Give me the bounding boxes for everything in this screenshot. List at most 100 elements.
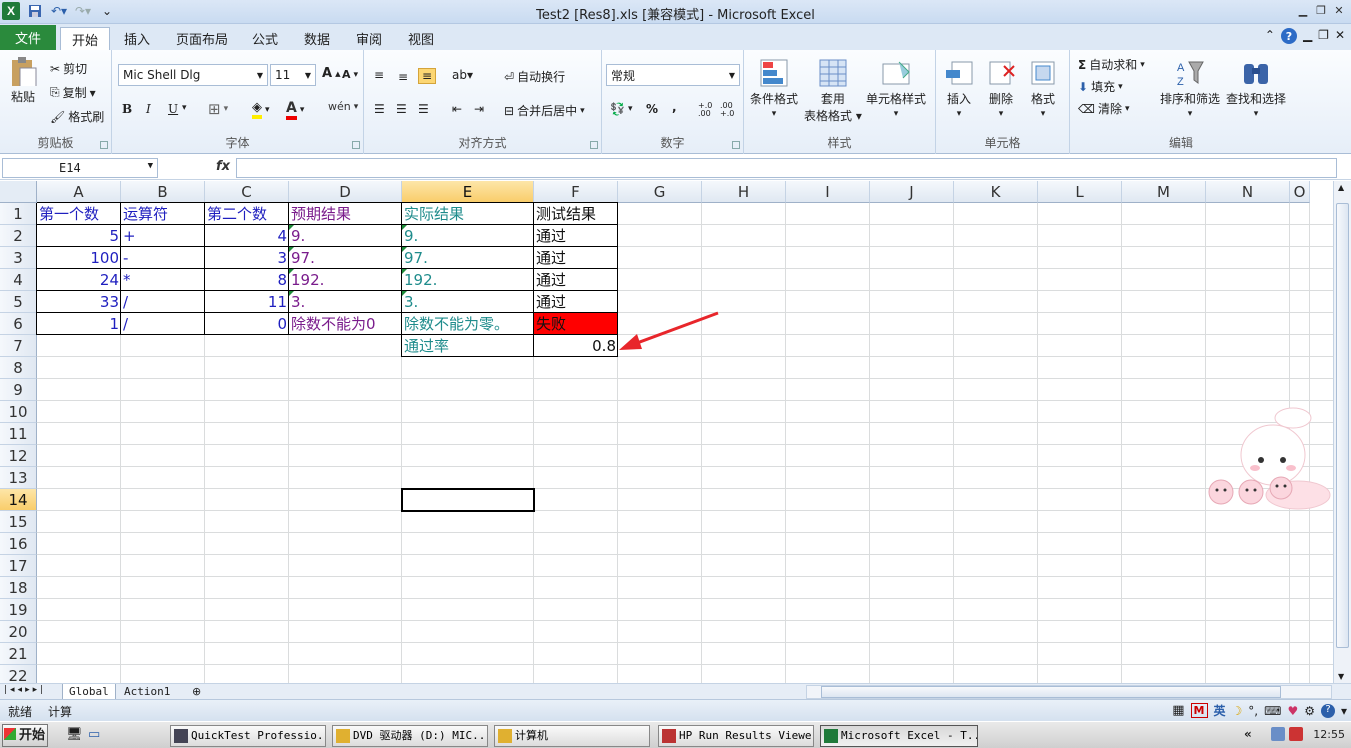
align-middle-icon[interactable]: ≡ [398, 70, 408, 84]
cell[interactable]: 3. [289, 291, 402, 313]
font-name-combo[interactable]: Mic Shell Dlg ▼ [118, 64, 268, 86]
sort-filter-button[interactable]: AZ 排序和筛选 ▾ [1160, 58, 1220, 119]
align-left-icon[interactable]: ☰ [374, 102, 385, 116]
cell[interactable]: 预期结果 [289, 203, 402, 225]
tab-insert[interactable]: 插入 [116, 27, 158, 50]
skin-icon[interactable]: ♥ [1287, 704, 1298, 718]
punctuation-icon[interactable]: °, [1248, 704, 1258, 718]
doc-restore-icon[interactable]: ❐ [1318, 28, 1329, 44]
doc-close-icon[interactable]: ✕ [1335, 28, 1345, 44]
row-header[interactable]: 14 [0, 489, 37, 511]
format-cells-button[interactable]: 格式 ▾ [1028, 58, 1058, 119]
font-color-button[interactable]: A ▾ [286, 100, 304, 120]
ime-help-icon[interactable]: ? [1320, 703, 1335, 718]
cell[interactable]: 通过 [534, 225, 618, 247]
cell[interactable]: 3 [205, 247, 289, 269]
tab-data[interactable]: 数据 [298, 27, 336, 50]
minimize-ribbon-icon[interactable]: ⌃ [1265, 28, 1275, 44]
cell[interactable]: 97. [402, 247, 534, 269]
status-calculate[interactable]: 计算 [48, 703, 72, 720]
cell[interactable]: / [121, 313, 205, 335]
clipboard-launcher-icon[interactable] [100, 141, 108, 149]
cell[interactable]: + [121, 225, 205, 247]
conditional-formatting-button[interactable]: 条件格式 ▾ [750, 58, 798, 119]
row-header[interactable]: 15 [0, 511, 37, 533]
column-header[interactable]: B [121, 181, 205, 203]
sheet-nav-icon[interactable]: |◂◂▸▸| [4, 685, 46, 695]
row-header[interactable]: 17 [0, 555, 37, 577]
wrap-text-button[interactable]: ⏎ 自动换行 [504, 68, 565, 85]
column-header[interactable]: E [402, 181, 534, 203]
row-header[interactable]: 3 [0, 247, 37, 269]
taskbar-item-computer[interactable]: 计算机 [494, 725, 650, 747]
phonetic-button[interactable]: wén ▾ [328, 100, 358, 113]
cell[interactable]: 100 [37, 247, 121, 269]
network-icon[interactable] [1271, 727, 1285, 741]
cell[interactable]: 第二个数 [205, 203, 289, 225]
copy-button[interactable]: ⎘ 复制 ▾ [50, 84, 96, 101]
column-header[interactable]: C [205, 181, 289, 203]
format-as-table-button[interactable]: 套用 表格格式 ▾ [804, 58, 862, 124]
cell[interactable]: 除数不能为零。 [402, 313, 534, 335]
paste-button[interactable]: 粘贴 [8, 56, 38, 105]
increase-decimal-button[interactable]: +.0 .00 [698, 102, 716, 118]
orientation-icon[interactable]: ab▾ [452, 68, 473, 82]
column-header[interactable]: L [1038, 181, 1122, 203]
cell[interactable]: 192. [402, 269, 534, 291]
grow-font-button[interactable]: A ▴ [322, 66, 341, 81]
row-header[interactable]: 10 [0, 401, 37, 423]
taskbar-item-dvd[interactable]: DVD 驱动器 (D:) MIC... [332, 725, 488, 747]
row-header[interactable]: 19 [0, 599, 37, 621]
column-header[interactable]: F [534, 181, 618, 203]
number-launcher-icon[interactable] [732, 141, 740, 149]
row-header[interactable]: 12 [0, 445, 37, 467]
row-header[interactable]: 5 [0, 291, 37, 313]
borders-icon[interactable]: ⊞ ▾ [208, 100, 228, 118]
ime-tools-icon[interactable]: ⚙ [1304, 704, 1315, 718]
underline-button[interactable]: U [168, 102, 178, 116]
insert-function-button[interactable]: fx [216, 159, 230, 174]
active-cell-selection[interactable] [401, 488, 535, 512]
font-size-combo[interactable]: 11 ▼ [270, 64, 316, 86]
align-top-icon[interactable]: ≡ [374, 68, 384, 82]
underline-dropdown-icon[interactable]: ▾ [182, 103, 187, 113]
currency-icon[interactable]: 💱 ▾ [610, 102, 632, 116]
tray-expand-icon[interactable]: « [1244, 727, 1252, 741]
cell[interactable]: 192. [289, 269, 402, 291]
moon-icon[interactable]: ☽ [1232, 704, 1243, 718]
cell[interactable]: 33 [37, 291, 121, 313]
ime-mode-label[interactable]: 英 [1214, 702, 1226, 719]
align-center-icon[interactable]: ☰ [396, 102, 407, 116]
row-header[interactable]: 1 [0, 203, 37, 225]
increase-indent-icon[interactable]: ⇥ [474, 102, 484, 116]
row-header[interactable]: 11 [0, 423, 37, 445]
row-header[interactable]: 20 [0, 621, 37, 643]
cell[interactable]: 通过 [534, 291, 618, 313]
column-header[interactable]: J [870, 181, 954, 203]
number-format-combo[interactable]: 常规 ▼ [606, 64, 740, 86]
row-header[interactable]: 16 [0, 533, 37, 555]
taskbar-item-quicktest[interactable]: QuickTest Professio... [170, 725, 326, 747]
merge-center-button[interactable]: ⊟ 合并后居中 ▾ [504, 102, 585, 119]
cut-button[interactable]: ✂ 剪切 [50, 60, 87, 77]
cell[interactable]: 除数不能为0 [289, 313, 402, 335]
row-header[interactable]: 8 [0, 357, 37, 379]
cell[interactable]: 通过 [534, 247, 618, 269]
cell[interactable]: 运算符 [121, 203, 205, 225]
tab-formulas[interactable]: 公式 [246, 27, 284, 50]
doc-minimize-icon[interactable]: ▁ [1303, 28, 1312, 44]
format-painter-button[interactable]: 🖌 格式刷 [50, 108, 104, 125]
row-header[interactable]: 22 [0, 665, 37, 683]
shrink-font-button[interactable]: A ▾ [342, 68, 358, 81]
cell[interactable]: / [121, 291, 205, 313]
cell[interactable]: 5 [37, 225, 121, 247]
cell[interactable]: 1 [37, 313, 121, 335]
minimize-icon[interactable]: ▁ [1295, 2, 1311, 18]
cell[interactable]: 通过率 [402, 335, 534, 357]
horizontal-scrollbar[interactable] [806, 685, 1332, 699]
tab-view[interactable]: 视图 [402, 27, 440, 50]
cell[interactable]: 4 [205, 225, 289, 247]
name-box[interactable]: E14 ▼ [2, 158, 158, 178]
select-all-button[interactable] [0, 181, 37, 203]
taskbar-clock[interactable]: 12:55 [1313, 728, 1345, 741]
